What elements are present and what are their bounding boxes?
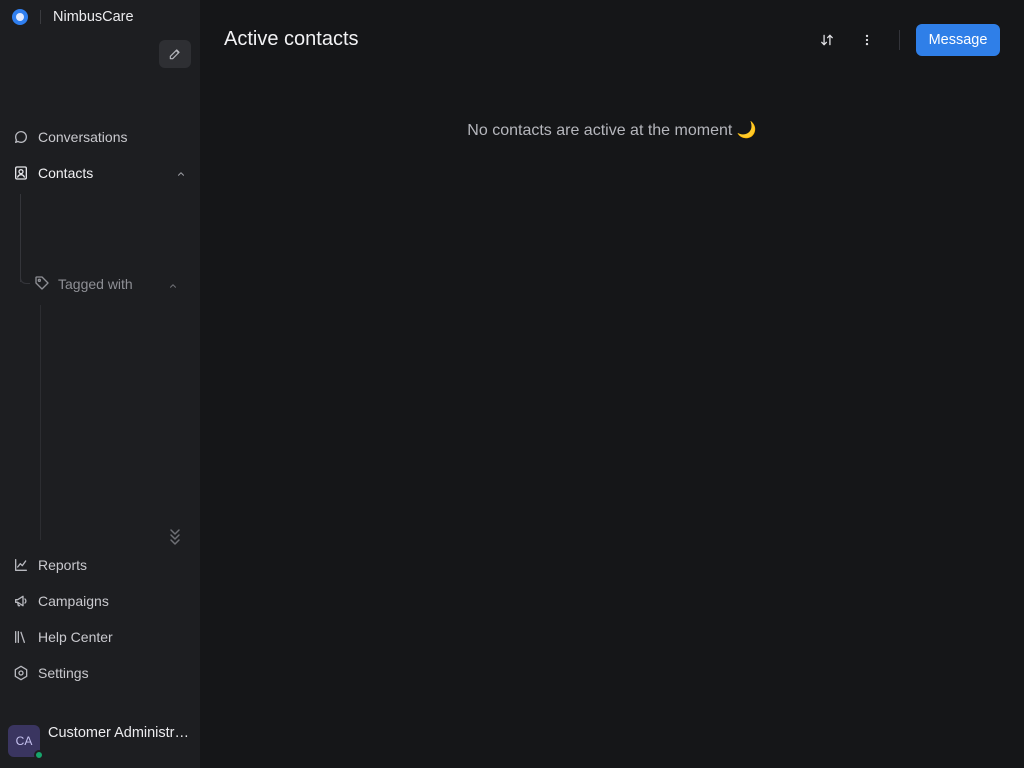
brand: NimbusCare (12, 9, 134, 25)
sidebar-item-label: Reports (38, 557, 88, 573)
user-profile[interactable]: CA Customer Administrator (8, 725, 190, 760)
brand-divider (40, 10, 41, 24)
avatar-initials: CA (15, 734, 33, 748)
line-chart-icon (12, 556, 30, 574)
brand-logo-icon (12, 9, 28, 25)
header-divider (899, 30, 900, 50)
vertical-dots-icon (865, 34, 869, 46)
sidebar: NimbusCare Conversations Contacts Tagged… (0, 0, 200, 768)
main-content: Active contacts Message No contacts are … (200, 0, 1024, 768)
tree-connector (20, 194, 21, 282)
empty-state-text: No contacts are active at the moment 🌙 (467, 122, 757, 139)
sidebar-item-label: Settings (38, 665, 89, 681)
tree-connector (40, 305, 41, 540)
pencil-icon (169, 49, 180, 60)
tree-connector-elbow (20, 276, 30, 284)
chevron-up-icon[interactable] (168, 278, 178, 294)
online-status-indicator (34, 750, 44, 760)
message-button[interactable]: Message (916, 24, 1000, 56)
gear-icon (12, 664, 30, 682)
brand-name: NimbusCare (53, 9, 134, 25)
megaphone-icon (12, 592, 30, 610)
sidebar-item-settings[interactable]: Settings (12, 659, 188, 687)
chevron-up-icon[interactable] (176, 166, 186, 182)
sidebar-item-contacts[interactable]: Contacts (12, 159, 188, 187)
avatar[interactable]: CA (8, 725, 44, 760)
sort-button[interactable] (815, 28, 839, 52)
sidebar-subitem-label: Tagged with (58, 276, 133, 292)
sort-arrows-icon (821, 34, 833, 46)
sidebar-item-help-center[interactable]: Help Center (12, 623, 188, 651)
tag-icon (34, 275, 50, 294)
chat-bubble-icon (12, 128, 30, 146)
sidebar-item-label: Conversations (38, 129, 128, 145)
more-options-button[interactable] (855, 28, 879, 52)
sidebar-item-conversations[interactable]: Conversations (12, 123, 188, 151)
contact-card-icon (12, 164, 30, 182)
sidebar-item-label: Contacts (38, 165, 94, 181)
sidebar-item-label: Campaigns (38, 593, 109, 609)
sidebar-subitem-tagged-with[interactable]: Tagged with (34, 270, 184, 298)
scroll-down-icon[interactable] (166, 527, 184, 547)
sidebar-item-reports[interactable]: Reports (12, 551, 188, 579)
compose-button[interactable] (159, 40, 191, 68)
page-title: Active contacts (224, 28, 359, 50)
user-name: Customer Administrator (48, 725, 190, 741)
library-icon (12, 628, 30, 646)
sidebar-item-campaigns[interactable]: Campaigns (12, 587, 188, 615)
sidebar-item-label: Help Center (38, 629, 113, 645)
